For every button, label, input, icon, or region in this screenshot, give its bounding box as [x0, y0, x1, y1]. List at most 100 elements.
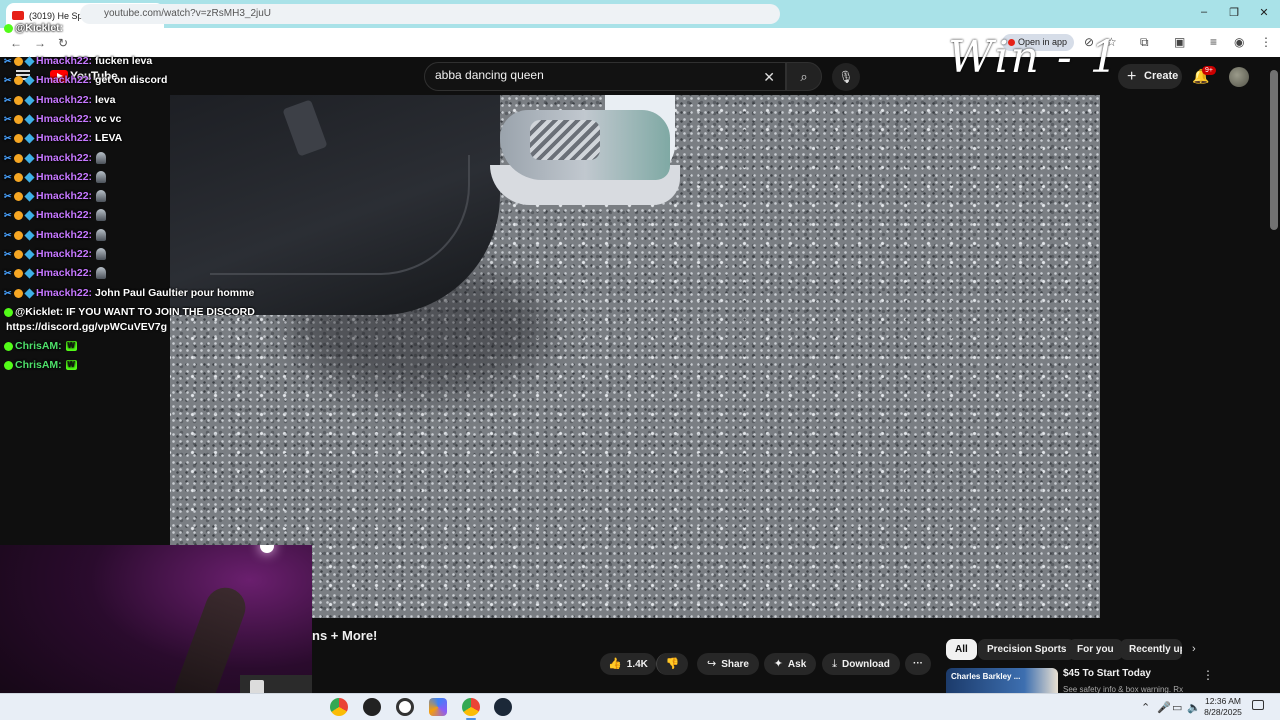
chat-username[interactable]: ChrisAM: [15, 359, 62, 371]
sub-badge-icon [14, 56, 23, 66]
taskbar-clock[interactable]: 12:36 AM 8/28/2025 [1198, 696, 1248, 718]
voice-search-button[interactable]: 🎙 [832, 63, 860, 91]
search-button[interactable]: ⌕ [786, 62, 822, 91]
thumbs-up-icon: 👍 [608, 658, 622, 670]
gem-badge-icon [24, 209, 35, 221]
download-button[interactable]: ⤓ Download [822, 653, 900, 675]
extensions-icon[interactable]: ⧉ [1140, 35, 1149, 50]
profile-icon[interactable]: ◉ [1234, 35, 1244, 49]
chat-username[interactable]: Hmackh22: [36, 267, 92, 279]
obs-taskbar-icon[interactable] [363, 698, 381, 716]
dislike-button[interactable]: 👎 [656, 653, 688, 675]
chat-username[interactable]: ChrisAM: [15, 340, 62, 352]
minimize-button[interactable]: – [1194, 6, 1214, 18]
chip-precision-sports[interactable]: Precision Sports [978, 639, 1076, 660]
clock-date: 8/28/2025 [1204, 707, 1242, 717]
chip-all[interactable]: All [946, 639, 977, 660]
chat-username[interactable]: Hmackh22: [36, 152, 92, 164]
chat-emote-icon [96, 209, 107, 221]
chat-username[interactable]: Hmackh22: [36, 132, 92, 144]
video-player[interactable] [170, 95, 1100, 618]
chat-text: fucken leva [95, 55, 153, 67]
tray-mic-icon[interactable]: 🎤 [1157, 701, 1171, 714]
chat-username[interactable]: Hmackh22: [36, 248, 92, 260]
sub-badge-icon [14, 75, 23, 85]
chat-message-top: @Kicklet: [4, 22, 63, 34]
account-avatar[interactable] [1229, 67, 1249, 87]
sword-badge-icon: ✂ [4, 75, 12, 85]
chip-recently-uploaded[interactable]: Recently up [1120, 639, 1182, 660]
chat-message: ✂ Hmackh22: leva [4, 94, 115, 106]
sub-badge-icon [14, 153, 23, 163]
tab-search-icon[interactable]: ▣ [1174, 35, 1185, 49]
chat-text: IF YOU WANT TO JOIN THE DISCORD [66, 306, 255, 318]
gem-badge-icon [24, 267, 35, 279]
chat-username[interactable]: Hmackh22: [36, 229, 92, 241]
chat-username[interactable]: @Kicklet: [15, 306, 63, 318]
chat-message: ✂ Hmackh22: [4, 267, 107, 279]
ad-menu-icon[interactable]: ⋮ [1202, 668, 1214, 682]
chat-message: ✂ Hmackh22: [4, 171, 107, 183]
chat-username[interactable]: Hmackh22: [36, 74, 92, 86]
forward-icon[interactable]: → [34, 36, 46, 50]
steam-taskbar-icon[interactable] [494, 698, 512, 716]
copilot-taskbar-icon[interactable] [429, 698, 447, 716]
media-control-icon[interactable]: ≡ [1210, 35, 1217, 49]
sub-badge-icon [14, 133, 23, 143]
ad-title[interactable]: $45 To Start Today [1063, 668, 1151, 679]
close-window-button[interactable]: ✕ [1254, 6, 1274, 19]
gem-badge-icon [24, 229, 35, 241]
video-frame-shoe [490, 95, 680, 210]
sub-badge-icon [14, 268, 23, 278]
chat-message: ✂ Hmackh22: [4, 152, 107, 164]
like-button[interactable]: 👍 1.4K [600, 653, 656, 675]
ad-thumbnail[interactable]: Charles Barkley ... [946, 668, 1058, 696]
plus-icon: + [1127, 68, 1137, 85]
address-bar[interactable]: youtube.com/watch?v=zRsMH3_2juU [80, 4, 780, 24]
windows-taskbar [0, 693, 1280, 720]
chat-message: ✂ Hmackh22: John Paul Gaultier pour homme [4, 287, 254, 299]
search-input[interactable] [435, 68, 755, 82]
reload-icon[interactable]: ↻ [58, 36, 68, 50]
kick-badge-icon [4, 341, 13, 351]
maximize-button[interactable]: ❐ [1224, 6, 1244, 19]
clear-search-icon[interactable]: ✕ [763, 69, 775, 86]
page-scrollbar[interactable] [1270, 70, 1278, 230]
search-icon: ⌕ [800, 69, 808, 84]
more-actions-button[interactable]: ··· [905, 653, 931, 675]
sword-badge-icon: ✂ [4, 172, 12, 182]
gem-badge-icon [24, 248, 35, 260]
sword-badge-icon: ✂ [4, 133, 12, 143]
gem-badge-icon [24, 113, 35, 125]
circle-app-taskbar-icon[interactable] [396, 698, 414, 716]
sub-badge-icon [14, 249, 23, 259]
create-button[interactable]: + Create [1118, 64, 1182, 89]
chat-emote-icon [96, 267, 107, 279]
chat-username[interactable]: Hmackh22: [36, 287, 92, 299]
browser-menu-icon[interactable]: ⋮ [1260, 35, 1272, 49]
chat-text: LEVA [95, 132, 123, 144]
chat-username[interactable]: Hmackh22: [36, 190, 92, 202]
search-box[interactable]: ✕ [424, 62, 786, 91]
chat-username[interactable]: Hmackh22: [36, 55, 92, 67]
tray-chevron-icon[interactable]: ⌃ [1141, 701, 1150, 714]
chat-username[interactable]: Hmackh22: [36, 209, 92, 221]
share-button[interactable]: ↪ Share [697, 653, 759, 675]
chip-for-you[interactable]: For you [1068, 639, 1123, 660]
chat-username[interactable]: Hmackh22: [36, 94, 92, 106]
chat-username[interactable]: Hmackh22: [36, 113, 92, 125]
more-label: ··· [913, 658, 923, 669]
sword-badge-icon: ✂ [4, 56, 12, 66]
chrome-taskbar-icon[interactable] [330, 698, 348, 716]
chrome-active-taskbar-icon[interactable] [462, 698, 480, 720]
back-icon[interactable]: ← [10, 36, 22, 50]
chat-message: ✂ Hmackh22: [4, 209, 107, 221]
tray-network-icon[interactable]: ▭ [1172, 701, 1182, 714]
chevron-right-icon[interactable]: › [1192, 643, 1196, 655]
chat-username[interactable]: Hmackh22: [36, 171, 92, 183]
chat-username: @Kicklet: [15, 22, 64, 34]
gem-badge-icon [24, 171, 35, 183]
sword-badge-icon: ✂ [4, 153, 12, 163]
ask-button[interactable]: ✦ Ask [764, 653, 816, 675]
notification-center-icon[interactable] [1252, 700, 1264, 710]
